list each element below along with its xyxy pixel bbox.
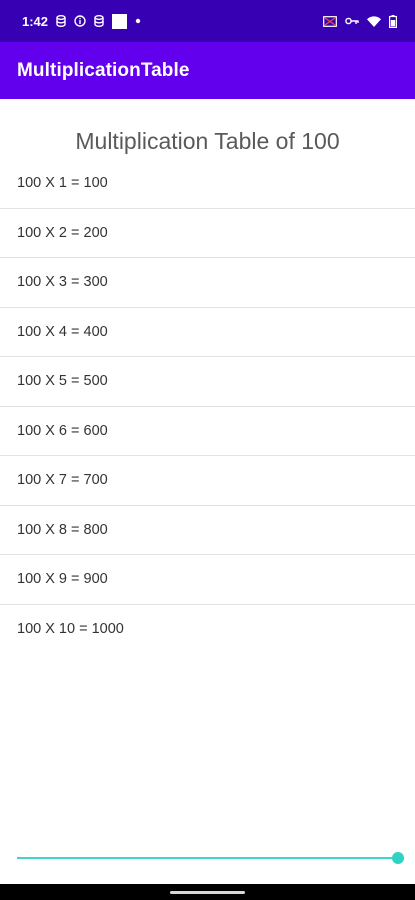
list-item[interactable]: 100 X 10 = 1000 <box>0 605 415 655</box>
app-bar: MultiplicationTable <box>0 42 415 99</box>
vpn-key-icon <box>345 17 359 25</box>
page-title: Multiplication Table of 100 <box>75 128 340 154</box>
multiplication-list: 100 X 1 = 100 100 X 2 = 200 100 X 3 = 30… <box>0 159 415 654</box>
status-time: 1:42 <box>22 13 49 29</box>
cast-icon <box>323 15 337 27</box>
navigation-bar <box>0 884 415 900</box>
list-item[interactable]: 100 X 2 = 200 <box>0 209 415 258</box>
status-bar: 1:42 <box>0 0 415 42</box>
status-left: 1:42 <box>22 13 141 29</box>
list-item[interactable]: 100 X 6 = 600 <box>0 407 415 456</box>
list-item[interactable]: 100 X 1 = 100 <box>0 159 415 209</box>
info-circle-icon <box>74 15 86 27</box>
slider-thumb[interactable] <box>392 852 404 864</box>
number-slider[interactable] <box>17 852 404 864</box>
list-item[interactable]: 100 X 7 = 700 <box>0 456 415 506</box>
dot-icon <box>135 18 141 24</box>
list-item[interactable]: 100 X 9 = 900 <box>0 555 415 605</box>
status-right <box>323 14 397 28</box>
square-icon <box>112 13 128 29</box>
app-title: MultiplicationTable <box>17 59 190 81</box>
list-item[interactable]: 100 X 4 = 400 <box>0 308 415 357</box>
database-icon <box>94 15 104 27</box>
battery-icon <box>389 14 397 28</box>
home-indicator[interactable] <box>170 891 245 894</box>
list-item[interactable]: 100 X 5 = 500 <box>0 357 415 407</box>
list-item[interactable]: 100 X 3 = 300 <box>0 258 415 308</box>
wifi-icon <box>367 15 381 27</box>
list-item[interactable]: 100 X 8 = 800 <box>0 506 415 555</box>
database-icon <box>56 15 66 27</box>
